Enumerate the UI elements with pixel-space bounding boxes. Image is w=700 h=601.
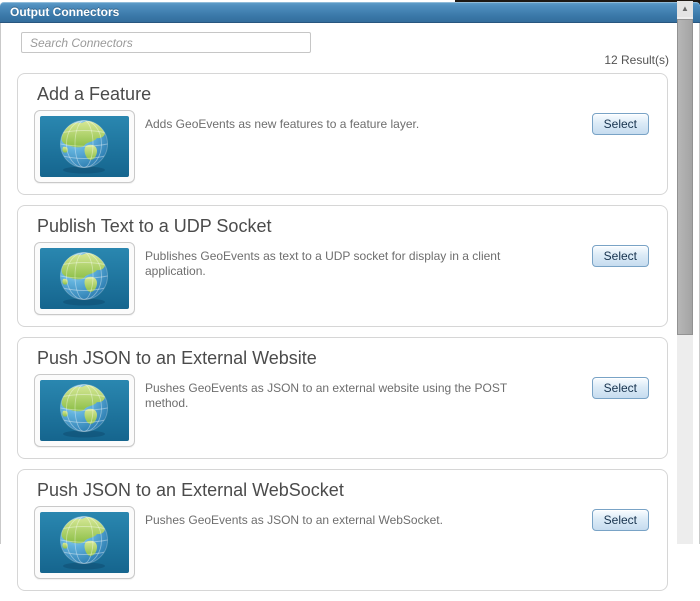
select-button[interactable]: Select: [591, 377, 649, 399]
connector-description: Publishes GeoEvents as text to a UDP soc…: [145, 249, 501, 278]
globe-icon: [40, 248, 129, 309]
search-input[interactable]: [21, 32, 311, 53]
connector-title: Push JSON to an External WebSocket: [37, 480, 344, 500]
connector-card: Add a Feature Adds GeoEvents as new feat…: [17, 73, 668, 195]
globe-thumbnail: [34, 374, 135, 447]
results-count: 12 Result(s): [604, 53, 669, 67]
select-button[interactable]: Select: [591, 509, 649, 531]
connector-description: Pushes GeoEvents as JSON to an external …: [145, 381, 507, 410]
dialog-titlebar[interactable]: Output Connectors ✕: [0, 2, 700, 23]
connector-title: Add a Feature: [37, 84, 152, 104]
scrollbar-thumb[interactable]: [677, 19, 693, 335]
globe-icon: [40, 380, 129, 441]
connector-card: Publish Text to a UDP Socket Publishes G…: [17, 205, 668, 327]
globe-thumbnail: [34, 506, 135, 579]
select-button[interactable]: Select: [591, 113, 649, 135]
globe-thumbnail: [34, 242, 135, 315]
connector-title: Publish Text to a UDP Socket: [37, 216, 272, 236]
connector-title: Push JSON to an External Website: [37, 348, 317, 368]
globe-icon: [40, 512, 129, 573]
globe-icon: [40, 116, 129, 177]
scrollbar[interactable]: ▲: [677, 1, 693, 544]
connector-description: Pushes GeoEvents as JSON to an external …: [145, 513, 443, 527]
select-button[interactable]: Select: [591, 245, 649, 267]
dialog-body: 12 Result(s) Add a Feature: [0, 23, 700, 591]
dialog-title: Output Connectors: [10, 5, 120, 19]
scroll-up-icon[interactable]: ▲: [677, 1, 693, 17]
globe-thumbnail: [34, 110, 135, 183]
connector-card: Push JSON to an External Website Pushes …: [17, 337, 668, 459]
connector-list: Add a Feature Adds GeoEvents as new feat…: [17, 73, 668, 601]
connector-card: Push JSON to an External WebSocket Pushe…: [17, 469, 668, 591]
connector-description: Adds GeoEvents as new features to a feat…: [145, 117, 420, 131]
